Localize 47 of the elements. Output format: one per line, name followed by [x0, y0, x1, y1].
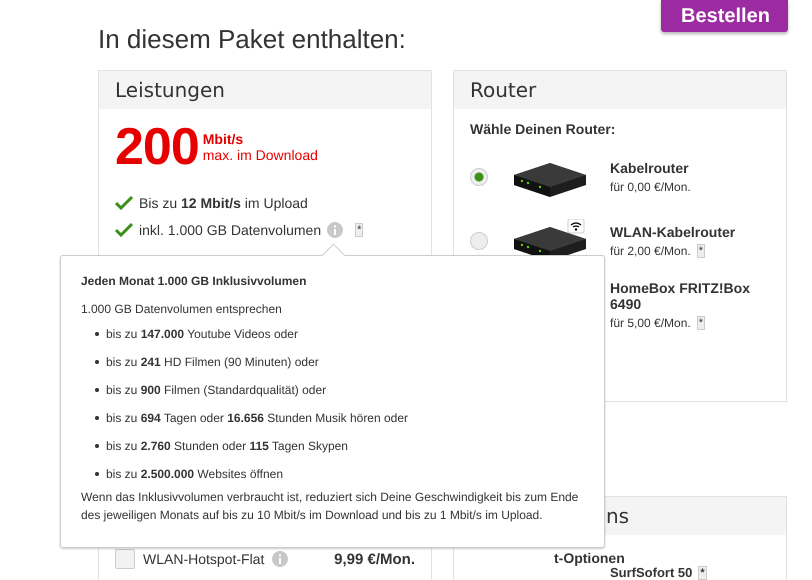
popover-text: 1.000 GB Datenvolumen entsprechen	[81, 302, 283, 316]
speed-caption: max. im Download	[202, 147, 318, 163]
check-icon	[115, 222, 133, 236]
speed-unit: Mbit/s	[202, 131, 244, 147]
bullet-icon	[95, 360, 99, 364]
card-title: Leistungen	[115, 78, 225, 102]
bullet-text: bis zu 694 Tagen oder 16.656 Stunden Musik hören oder	[106, 411, 408, 425]
bullet-icon	[95, 444, 99, 448]
router-price: für 2,00 €/Mon.	[610, 244, 691, 258]
radio-button[interactable]	[470, 232, 488, 250]
info-icon[interactable]	[272, 551, 288, 567]
option-name: SurfSofort 50	[610, 565, 692, 580]
speed-value: 200	[115, 123, 199, 171]
order-button[interactable]: Bestellen	[661, 0, 788, 32]
router-name: Kabelrouter	[610, 160, 690, 176]
bullet-icon	[95, 472, 99, 476]
checkbox[interactable]	[115, 549, 135, 569]
popover-title: Jeden Monat 1.000 GB Inklusivvolumen	[81, 274, 308, 288]
bullet-text: bis zu 2.500.000 Websites öffnen	[106, 467, 284, 481]
bullet-text: bis zu 900 Filmen (Standardqualität) oder	[106, 383, 326, 397]
bullet-text: bis zu 147.000 Youtube Videos oder	[106, 327, 298, 341]
router-price: für 5,00 €/Mon.	[610, 316, 691, 330]
bullet-icon	[95, 332, 99, 336]
router-price: für 0,00 €/Mon.	[610, 180, 691, 194]
footnote-mark[interactable]: *	[698, 566, 707, 580]
bullet-text: bis zu 241 HD Filmen (90 Minuten) oder	[106, 355, 319, 369]
radio-button[interactable]	[470, 168, 488, 186]
router-name: WLAN-Kabelrouter	[610, 224, 736, 240]
feature-text: inkl. 1.000 GB Datenvolumen	[139, 222, 322, 238]
bullet-icon	[95, 416, 99, 420]
bullet-icon	[95, 388, 99, 392]
info-icon[interactable]	[327, 222, 344, 238]
footnote-mark[interactable]: *	[696, 244, 705, 258]
bullet-text: bis zu 2.760 Stunden oder 115 Tagen Skypen	[106, 439, 348, 453]
footnote-mark[interactable]: *	[355, 222, 364, 236]
option-price: 9,99 €/Mon.	[334, 550, 415, 568]
footnote-mark[interactable]: *	[696, 316, 705, 330]
option-label: WLAN-Hotspot-Flat	[143, 551, 264, 567]
feature-text: Bis zu 12 Mbit/s im Upload	[139, 194, 308, 210]
section-title: t-Optionen	[553, 551, 626, 566]
check-icon	[115, 196, 133, 210]
page-heading: In diesem Paket enthalten:	[98, 24, 406, 54]
popover-note: Wenn das Inklusivvolumen verbraucht ist, reduziert sich Deine Geschwindigkeit bis zum Ende des jeweiligen Monats auf bis zu 10 Mbit/s im Download und bis zu 1 Mbit/s im Upload.	[81, 489, 580, 524]
router-prompt: Wähle Deinen Router:	[470, 121, 616, 137]
router-name: HomeBox FRITZ!Box 6490	[610, 280, 751, 312]
card-title: ns	[606, 504, 630, 528]
card-title: Router	[470, 78, 536, 102]
